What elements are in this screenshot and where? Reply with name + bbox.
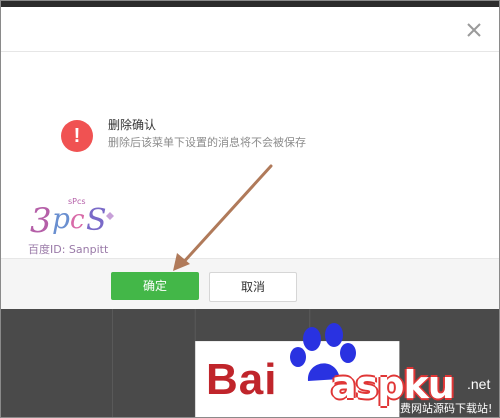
screenshot-frame: ! 删除确认 删除后该菜单下设置的消息将不会被保存 3 p c S sPcs 百… [0, 0, 500, 418]
cancel-button[interactable]: 取消 [209, 272, 297, 302]
watermark-id-text: 百度ID: Sanpitt [28, 243, 109, 256]
close-icon[interactable] [463, 19, 485, 41]
baidu-logo-text: Bai [206, 355, 278, 404]
svg-text:sPcs: sPcs [68, 197, 86, 206]
confirm-button[interactable]: 确定 [111, 272, 199, 300]
confirm-dialog: ! 删除确认 删除后该菜单下设置的消息将不会被保存 3 p c S sPcs 百… [1, 7, 499, 310]
dialog-header [1, 7, 499, 52]
aspku-tagline: 免费网站源码下载站! [389, 402, 493, 415]
svg-text:S: S [86, 203, 107, 238]
dialog-body: ! 删除确认 删除后该菜单下设置的消息将不会被保存 3 p c S sPcs 百… [1, 52, 499, 258]
aspku-logo-suffix: .net [467, 376, 491, 392]
confirm-message: 删除后该菜单下设置的消息将不会被保存 [108, 137, 306, 149]
svg-text:c: c [70, 205, 85, 235]
svg-text:p: p [52, 202, 70, 235]
exclamation-icon: ! [61, 120, 93, 152]
confirm-title: 删除确认 [108, 118, 157, 132]
svg-text:3: 3 [30, 201, 52, 241]
